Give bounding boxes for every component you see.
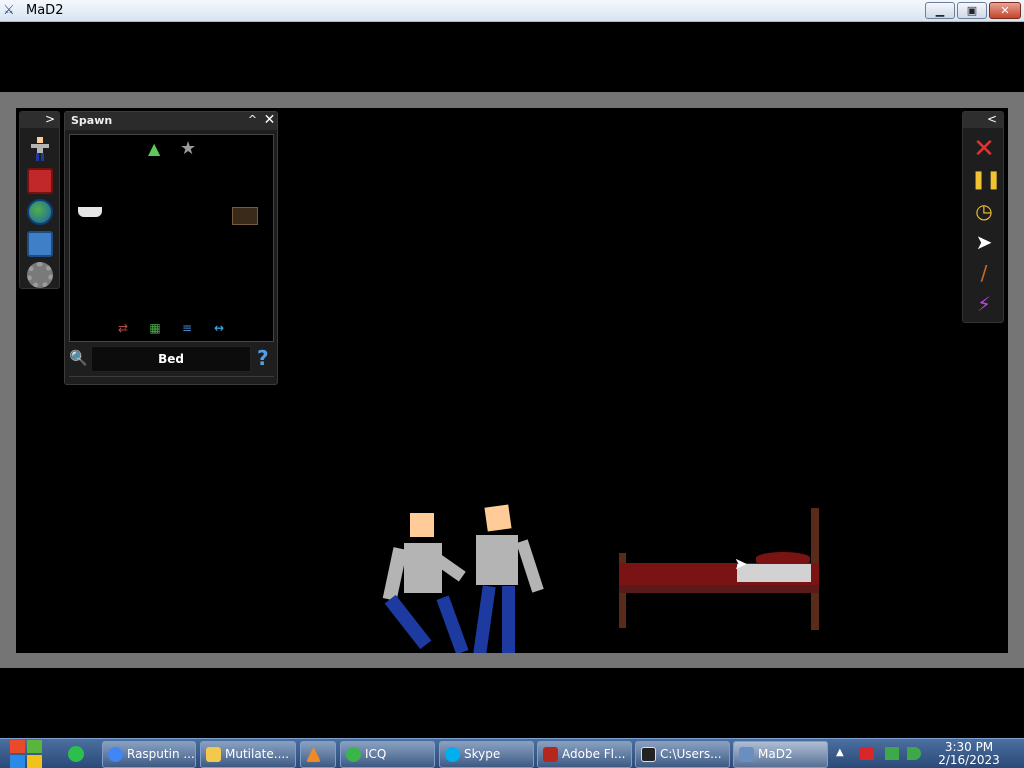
swap-arrows-icon[interactable]: ↔ xyxy=(210,321,228,335)
search-icon[interactable]: 🔍 xyxy=(69,349,89,369)
taskbar-item-label: Adobe Fl... xyxy=(562,747,626,761)
ragdoll-leg[interactable] xyxy=(473,585,496,653)
taskbar-item-skype[interactable]: Skype xyxy=(439,741,534,768)
action-center-flag-icon[interactable] xyxy=(860,747,874,760)
window-titlebar[interactable]: ⚔ MaD2 ▁ ▣ ✕ xyxy=(0,0,1024,22)
taskbar-item-label: ICQ xyxy=(365,747,387,761)
windows-logo-icon xyxy=(27,740,42,753)
show-hidden-icons-icon[interactable]: ▲ xyxy=(836,747,844,758)
mouse-cursor-icon: ➤ xyxy=(734,554,748,573)
app-icon: ⚔ xyxy=(3,3,15,18)
help-icon[interactable]: ? xyxy=(257,346,275,370)
vlc-icon xyxy=(306,747,321,762)
skype-icon xyxy=(445,747,460,762)
taskbar-item-label: Rasputin ... xyxy=(127,747,195,761)
ragdoll-leg[interactable] xyxy=(502,586,515,653)
windows-logo-icon xyxy=(10,755,25,768)
save-icon[interactable] xyxy=(27,231,53,257)
chrome-icon xyxy=(108,747,123,762)
stop-icon[interactable]: ✕ xyxy=(971,136,997,162)
windows-logo-icon xyxy=(27,755,42,768)
left-toolbar-expand-button[interactable]: > xyxy=(20,112,59,128)
game-frame: > Spawn ^ ✕ ▲ ★ ⇄ ▦ ≡ ↔ 🔍 Bed ? < ✕ ❚❚ ◷… xyxy=(0,92,1024,668)
close-spawn-button[interactable]: ✕ xyxy=(262,112,277,128)
taskbar-item-vlc[interactable] xyxy=(300,741,336,768)
ragdoll-leg[interactable] xyxy=(436,595,469,653)
ragdoll-torso[interactable] xyxy=(404,543,442,593)
bed-object[interactable] xyxy=(619,508,819,633)
minimize-button[interactable]: ▁ xyxy=(925,2,955,19)
stopwatch-icon[interactable]: ◷ xyxy=(971,198,997,224)
taskbar-item-label: Skype xyxy=(464,747,501,761)
start-button[interactable] xyxy=(6,739,46,768)
taskbar-item-rasputin[interactable]: Rasputin ... xyxy=(102,741,196,768)
clock-date: 2/16/2023 xyxy=(938,753,1000,767)
bed-pillow xyxy=(756,552,810,564)
star-icon[interactable]: ★ xyxy=(180,138,196,159)
filter-sliders-icon[interactable]: ⇄ xyxy=(114,321,132,335)
ragdoll-head[interactable] xyxy=(410,513,434,537)
right-toolbar-collapse-button[interactable]: < xyxy=(963,112,1003,128)
bathtub-icon[interactable] xyxy=(78,207,102,217)
taskbar-item-mutilate[interactable]: Mutilate.... xyxy=(200,741,296,768)
volume-icon[interactable] xyxy=(907,747,921,760)
desktop-screen: ⚔ MaD2 ▁ ▣ ✕ > Spawn ^ ✕ ▲ ★ ⇄ ▦ ≡ ↔ 🔍 B… xyxy=(0,0,1024,768)
taskbar-item-label: Mutilate.... xyxy=(225,747,290,761)
ragdoll-arm[interactable] xyxy=(516,539,544,593)
windows-logo-icon xyxy=(10,740,25,753)
lightning-icon[interactable]: ⚡ xyxy=(971,291,997,317)
spawn-item-grid: ▲ ★ ⇄ ▦ ≡ ↔ xyxy=(69,134,274,342)
close-window-button[interactable]: ✕ xyxy=(989,2,1021,19)
globe-icon[interactable] xyxy=(27,199,53,225)
right-toolbar: < ✕ ❚❚ ◷ ➤ / ⚡ xyxy=(962,111,1004,323)
flask-icon[interactable]: ▲ xyxy=(148,139,160,158)
window-title: MaD2 xyxy=(26,3,64,18)
folder-icon xyxy=(206,747,221,762)
pause-icon[interactable]: ❚❚ xyxy=(971,167,1001,193)
filter-grid-icon[interactable]: ▦ xyxy=(146,321,164,335)
system-clock[interactable]: 3:30 PM 2/16/2023 xyxy=(930,741,1008,767)
maximize-button[interactable]: ▣ xyxy=(957,2,987,19)
collapse-button[interactable]: ^ xyxy=(245,113,260,128)
spawn-panel-header[interactable]: Spawn ^ ✕ xyxy=(65,112,277,130)
gear-icon[interactable] xyxy=(27,262,53,288)
bed-rail xyxy=(619,585,819,593)
filter-list-icon[interactable]: ≡ xyxy=(178,321,196,335)
spawn-panel: Spawn ^ ✕ ▲ ★ ⇄ ▦ ≡ ↔ 🔍 Bed ? xyxy=(64,111,278,385)
left-toolbar: > xyxy=(19,111,60,289)
spawn-panel-title: Spawn xyxy=(71,114,113,127)
shelf-icon[interactable] xyxy=(232,207,258,225)
icq-icon xyxy=(346,747,361,762)
bed-sheet xyxy=(737,564,811,582)
taskbar: Rasputin ... Mutilate.... ICQ Skype Adob… xyxy=(0,738,1024,768)
knife-icon[interactable]: / xyxy=(971,260,997,286)
spawn-panel-footer xyxy=(69,376,274,382)
taskbar-item-adobe-flash[interactable]: Adobe Fl... xyxy=(537,741,632,768)
search-input[interactable]: Bed xyxy=(91,346,251,372)
ragdoll-tool-icon[interactable] xyxy=(27,136,53,162)
taskbar-item-label: MaD2 xyxy=(758,747,793,761)
mad2-app-icon xyxy=(739,747,754,762)
book-icon[interactable] xyxy=(27,168,53,194)
network-icon[interactable] xyxy=(885,747,899,760)
flash-icon xyxy=(543,747,558,762)
ragdoll-head[interactable] xyxy=(484,504,512,532)
taskbar-item-mad2[interactable]: MaD2 xyxy=(733,741,828,768)
ragdoll-leg[interactable] xyxy=(384,594,432,650)
game-canvas[interactable]: > Spawn ^ ✕ ▲ ★ ⇄ ▦ ≡ ↔ 🔍 Bed ? < ✕ ❚❚ ◷… xyxy=(16,108,1008,653)
ragdoll-torso[interactable] xyxy=(476,535,518,585)
taskbar-item-icq[interactable]: ICQ xyxy=(340,741,435,768)
pointer-icon[interactable]: ➤ xyxy=(971,229,997,255)
taskbar-item-label: C:\Users... xyxy=(660,747,722,761)
spotify-icon[interactable] xyxy=(68,746,84,762)
taskbar-item-7zip[interactable]: C:\Users... xyxy=(635,741,730,768)
7zip-icon xyxy=(641,747,656,762)
